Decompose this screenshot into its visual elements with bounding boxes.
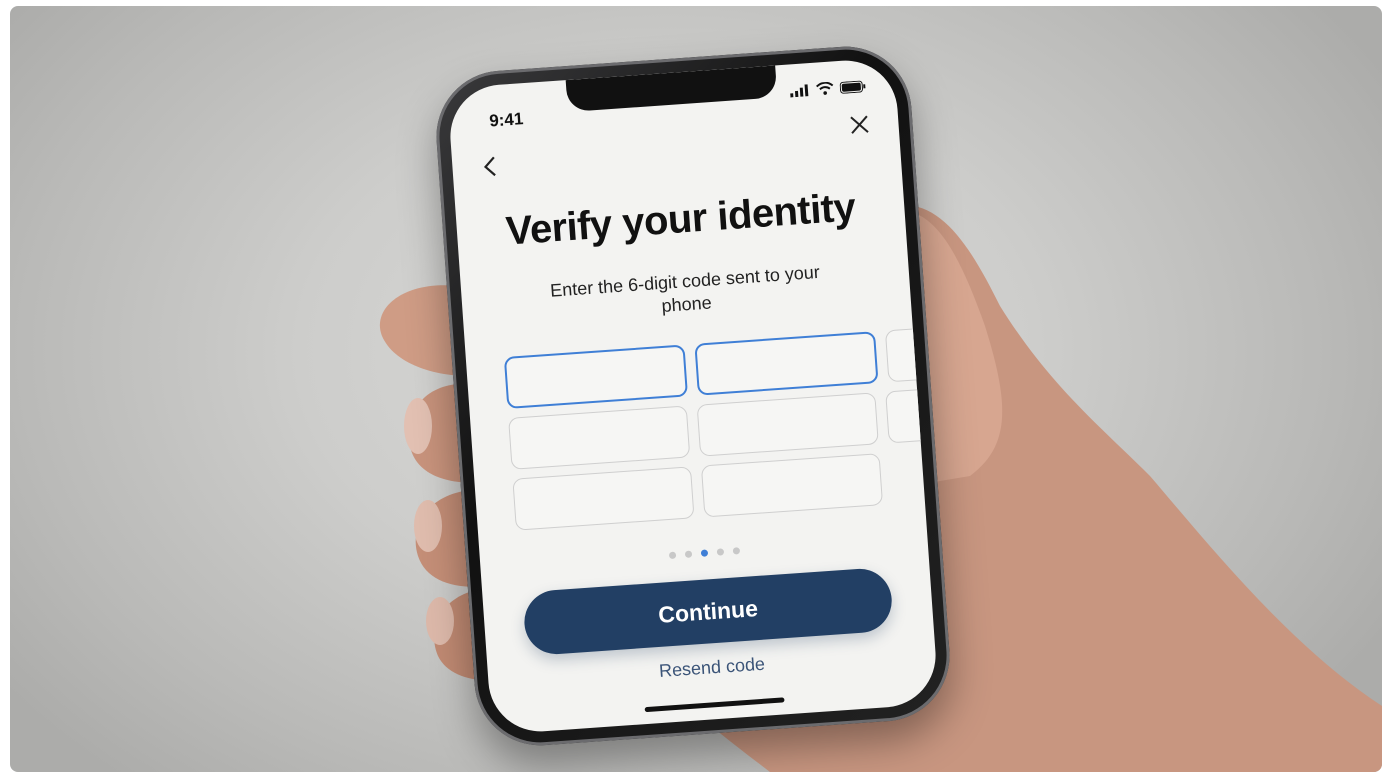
code-digit-input[interactable] xyxy=(885,379,940,444)
pagination-dot xyxy=(668,551,676,560)
signal-icon xyxy=(790,83,809,97)
phone-device: 9:41 Verify your identity Enter the 6-di… xyxy=(432,42,954,750)
code-digit-input[interactable] xyxy=(700,453,884,518)
close-button[interactable] xyxy=(841,107,877,143)
page-title: Verify your identity xyxy=(504,185,857,254)
pagination-dot xyxy=(732,547,740,555)
pagination-dots xyxy=(480,534,927,572)
battery-icon xyxy=(839,80,866,94)
code-digit-input[interactable] xyxy=(696,392,879,457)
notch xyxy=(565,65,778,113)
pagination-dot xyxy=(700,549,708,557)
status-icons xyxy=(790,79,867,97)
phone-screen: 9:41 Verify your identity Enter the 6-di… xyxy=(446,57,940,735)
code-digit-input[interactable] xyxy=(508,405,691,470)
chevron-left-icon xyxy=(483,156,496,177)
code-digit-input[interactable] xyxy=(694,331,879,396)
close-icon xyxy=(850,115,869,134)
page-subtitle: Enter the 6-digit code sent to your phon… xyxy=(549,261,821,316)
background-scene: 9:41 Verify your identity Enter the 6-di… xyxy=(10,6,1382,772)
pagination-dot xyxy=(716,548,724,556)
continue-button[interactable]: Continue xyxy=(522,566,894,657)
home-indicator xyxy=(644,697,785,713)
code-input-grid xyxy=(503,317,940,540)
wifi-icon xyxy=(816,81,834,95)
code-digit-input[interactable] xyxy=(503,344,689,409)
status-time: 9:41 xyxy=(488,109,524,131)
pagination-dot xyxy=(684,550,692,558)
code-digit-input[interactable] xyxy=(512,466,695,531)
back-button[interactable] xyxy=(471,148,507,184)
